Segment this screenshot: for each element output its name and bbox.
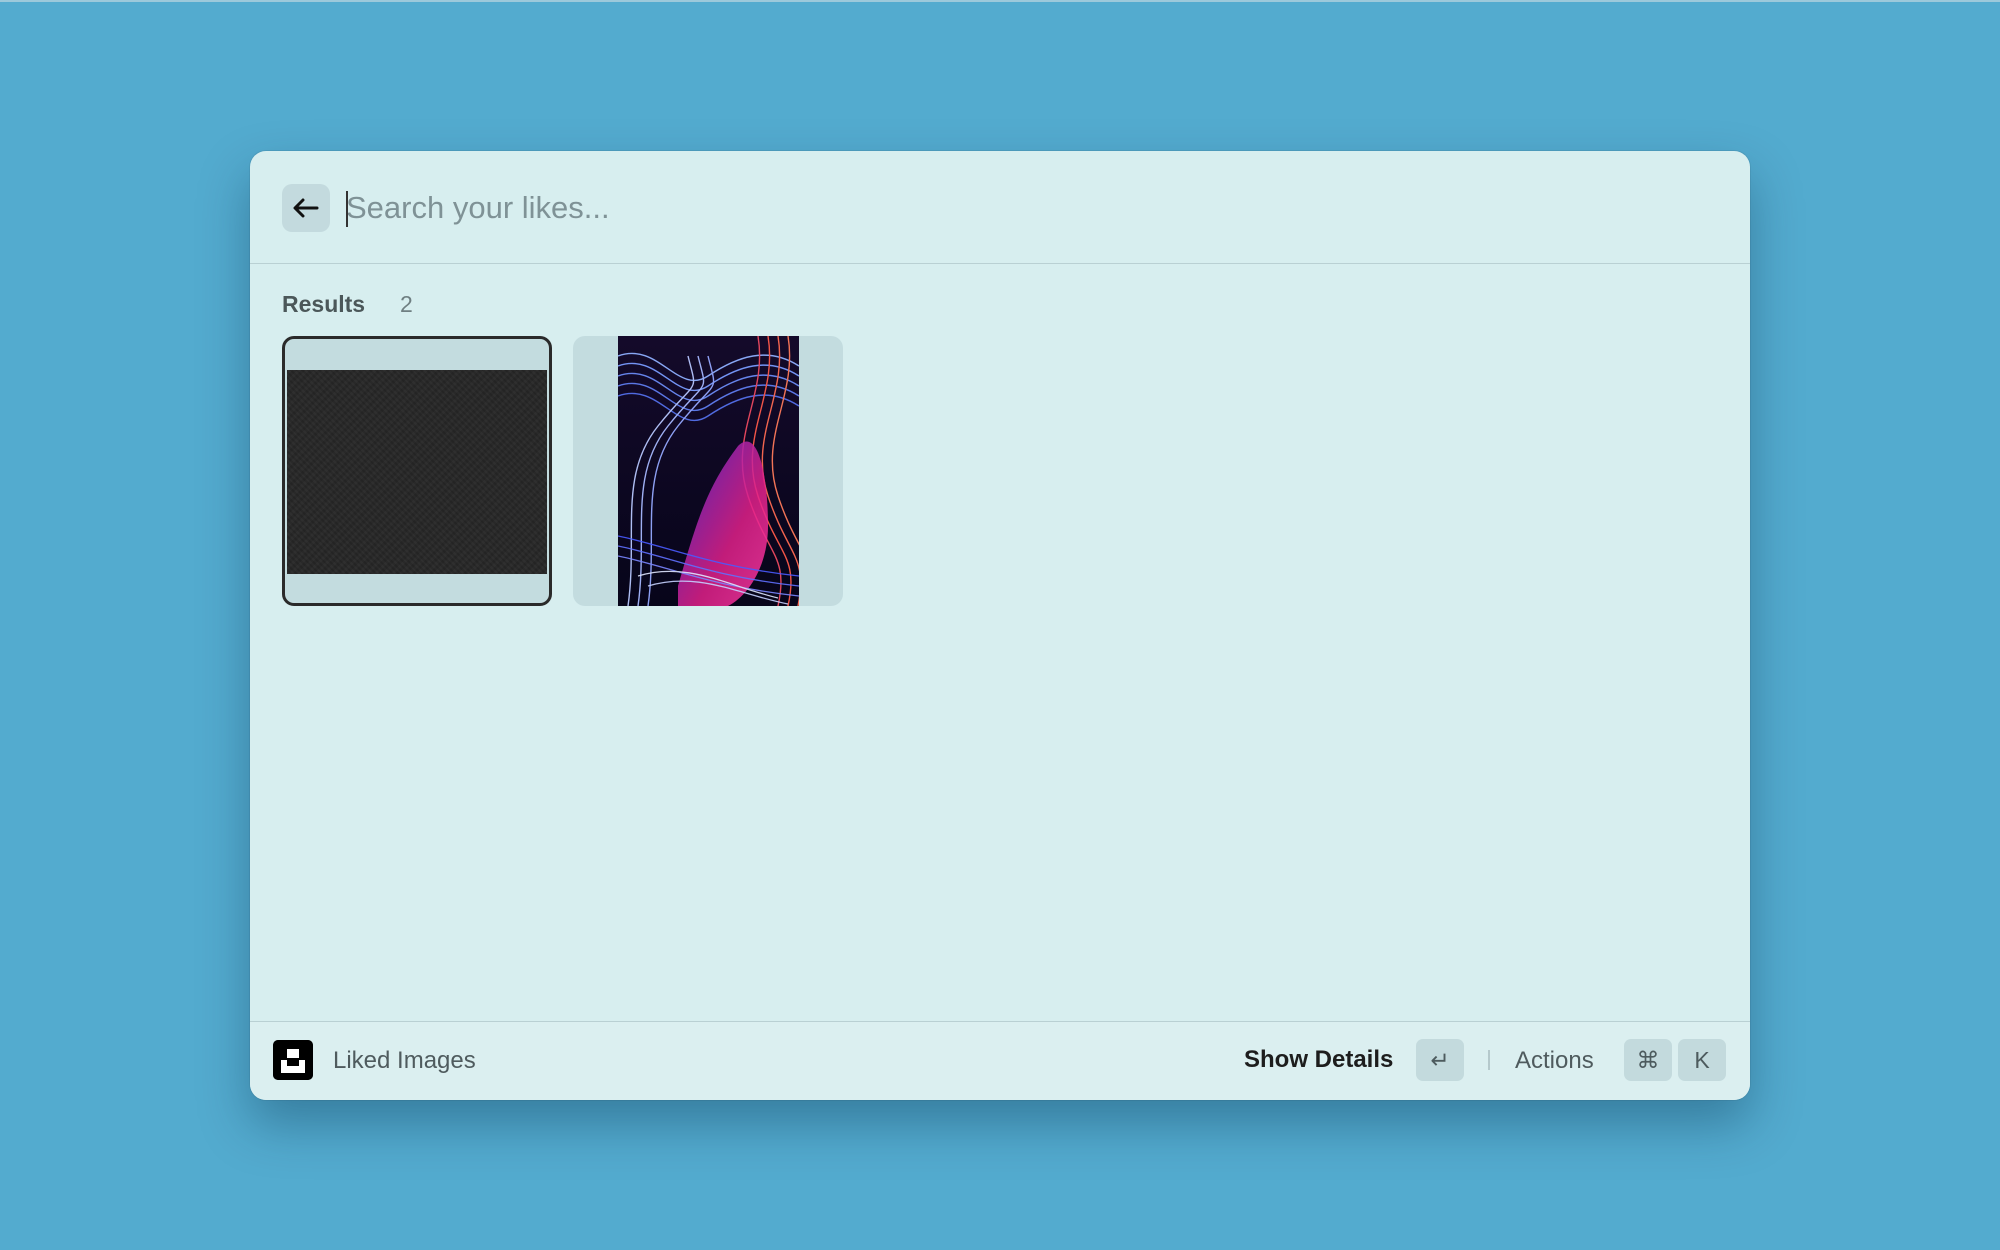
show-details-button[interactable]: Show Details <box>1244 1046 1393 1074</box>
result-tile-light-painting[interactable] <box>573 336 843 606</box>
search-header <box>250 151 1750 264</box>
app-name: Liked Images <box>333 1047 476 1074</box>
search-window: Results 2 <box>250 151 1750 1100</box>
dark-texture-thumbnail <box>287 370 547 574</box>
light-painting-thumbnail <box>618 336 799 606</box>
unsplash-icon <box>273 1040 313 1080</box>
footer-divider <box>1488 1050 1490 1070</box>
actions-button[interactable]: Actions <box>1515 1047 1594 1075</box>
menu-bar-strip <box>0 0 2000 2</box>
results-count: 2 <box>400 291 413 317</box>
result-tile-dark-texture[interactable] <box>282 336 552 606</box>
footer-bar: Liked Images Show Details ↵ Actions ⌘ K <box>250 1021 1750 1100</box>
results-label: Results <box>282 291 366 317</box>
search-input[interactable] <box>346 181 1646 235</box>
arrow-left-icon <box>293 198 319 218</box>
text-caret <box>346 191 348 227</box>
command-key-icon: ⌘ <box>1624 1039 1672 1081</box>
back-button[interactable] <box>282 184 330 232</box>
enter-key-icon: ↵ <box>1416 1039 1464 1081</box>
k-key-icon: K <box>1678 1039 1726 1081</box>
